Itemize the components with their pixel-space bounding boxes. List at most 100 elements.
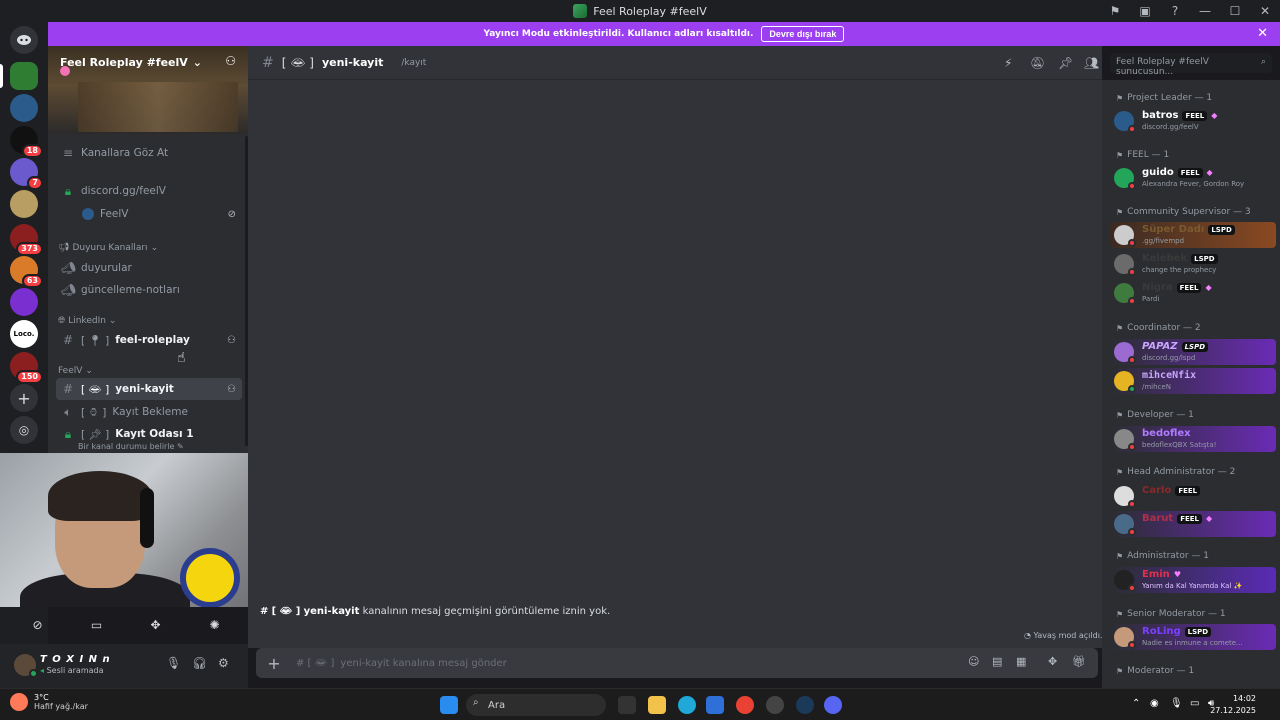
category-announcements[interactable]: 📢︎ Duyuru Kanalları ⌄ xyxy=(58,243,158,253)
role-flag-icon: ⚑ xyxy=(1116,93,1124,103)
attach-plus-icon[interactable]: + xyxy=(256,654,292,673)
app-icon[interactable] xyxy=(766,696,784,714)
server-3[interactable]: 18 xyxy=(10,126,43,158)
channel-feel-roleplay[interactable]: # [ 📍︎ ] feel-roleplay ⚇ xyxy=(56,329,242,351)
username[interactable]: T O X I N n xyxy=(40,654,111,665)
member-item[interactable]: guido FEEL ◆ Alexandra Fever, Gordon Roy xyxy=(1110,165,1276,191)
microphone-icon[interactable]: 🎙︎ xyxy=(1170,698,1183,709)
sticker-icon[interactable]: ▦ xyxy=(1016,655,1026,668)
activities-icon[interactable]: ✥ xyxy=(134,613,178,637)
steam-icon[interactable] xyxy=(796,696,814,714)
heart-icon: ♥ xyxy=(1173,570,1181,579)
member-item[interactable]: bedoflex bedoflexQBX Satışta! xyxy=(1110,426,1276,452)
task-view-icon[interactable] xyxy=(618,696,636,714)
emoji-picker-icon[interactable]: ☺ xyxy=(968,655,979,668)
screen-share-icon[interactable]: ▭ xyxy=(75,613,119,637)
soundboard-icon[interactable]: ✺ xyxy=(193,613,237,637)
apps-icon[interactable]: ✥ xyxy=(1048,655,1057,668)
member-item[interactable]: RoLing LSPD Nadie es inmune a comete... xyxy=(1110,624,1276,650)
server-6[interactable]: 373 xyxy=(10,224,43,256)
member-item[interactable]: Süper Dadı LSPD .gg/fivempd xyxy=(1110,222,1276,248)
maximize-button[interactable]: ☐ xyxy=(1220,0,1250,22)
disable-streamer-mode-button[interactable]: Devre dışı bırak xyxy=(761,26,845,42)
microphone-icon[interactable]: 🎙︎ xyxy=(166,656,181,670)
hash-icon: # xyxy=(62,333,74,347)
gif-icon[interactable]: ▤ xyxy=(992,655,1002,668)
role-flag-icon: ⚑ xyxy=(1116,323,1124,333)
minimize-button[interactable]: — xyxy=(1190,0,1220,22)
close-icon[interactable]: ✕ xyxy=(1257,26,1268,41)
server-2[interactable] xyxy=(10,94,38,122)
server-5[interactable] xyxy=(10,190,38,218)
camera-off-icon[interactable]: ⊘ xyxy=(16,613,60,637)
server-feel-roleplay[interactable] xyxy=(10,62,38,90)
role-flag-icon: ⚑ xyxy=(1116,551,1124,561)
browse-channels[interactable]: ≡ Kanallara Göz At xyxy=(56,142,242,164)
windows-start-icon[interactable] xyxy=(440,696,458,714)
role-header: ⚑ Project Leader — 1 xyxy=(1116,93,1213,103)
channel-yeni-kayit[interactable]: # [ 👄︎ ] yeni-kayit ⚇ xyxy=(56,378,242,400)
file-explorer-icon[interactable] xyxy=(648,696,666,714)
notification-bell-icon[interactable]: 🔕︎ xyxy=(1030,56,1045,70)
channel-kayit-bekleme[interactable]: 🔈︎ [ ⌚︎ ] Kayıt Bekleme xyxy=(56,401,242,423)
chrome-icon[interactable] xyxy=(736,696,754,714)
edge-icon[interactable] xyxy=(678,696,696,714)
channel-status-hint[interactable]: Bir kanal durumu belirle ✎ xyxy=(78,442,184,451)
role-header: ⚑ Head Administrator — 2 xyxy=(1116,467,1236,477)
window-title: Feel Roleplay #feelV xyxy=(573,4,707,18)
pin-icon[interactable]: 📌︎ xyxy=(1058,56,1073,70)
add-member-icon[interactable]: ⚇ xyxy=(227,335,236,346)
member-item[interactable]: batros FEEL ◆ discord.gg/feelV xyxy=(1110,108,1276,134)
gift-icon[interactable]: 🎁︎ xyxy=(1072,655,1086,668)
discord-home-icon[interactable] xyxy=(10,26,38,54)
add-server-icon[interactable]: + xyxy=(10,384,38,412)
clock-icon: ◔ xyxy=(1024,631,1031,640)
member-item[interactable]: Carlo FEEL xyxy=(1110,483,1276,509)
member-item[interactable]: Nigra FEEL ◆ Pardi xyxy=(1110,280,1276,306)
member-item[interactable]: Emin ♥ Yanım da Kal Yanımda Kal ✨ xyxy=(1110,567,1276,593)
gear-icon[interactable]: ⚙ xyxy=(218,656,229,670)
role-header: ⚑ Administrator — 1 xyxy=(1116,551,1209,561)
role-flag-icon: ⚑ xyxy=(1116,150,1124,160)
server-9[interactable]: 150 xyxy=(10,352,43,384)
taskbar-search[interactable]: ⌕ Ara xyxy=(466,694,606,716)
weather-widget[interactable]: 3°C Hafif yağ./kar xyxy=(10,693,88,711)
member-item[interactable]: mihceNfix /mihceN xyxy=(1110,368,1276,394)
member-item[interactable]: Barut FEEL ◆ xyxy=(1110,511,1276,537)
member-item[interactable]: Kelebek LSPD change the prophecy xyxy=(1110,251,1276,277)
member-item[interactable]: PAPAZ LSPD discord.gg/lspd xyxy=(1110,339,1276,365)
headphones-icon[interactable]: 🎧︎ xyxy=(192,656,207,670)
clock[interactable]: 14:02 27.12.2025 xyxy=(1210,693,1256,717)
channel-discord-link[interactable]: 🔒︎ discord.gg/feelV xyxy=(56,180,242,202)
server-icon xyxy=(573,4,588,18)
explore-icon[interactable]: ◎ xyxy=(10,416,38,444)
display-icon[interactable]: ▭ xyxy=(1190,698,1199,709)
add-member-icon[interactable]: ⚇ xyxy=(227,384,236,395)
invite-icon[interactable]: ⚇ xyxy=(225,54,236,68)
discord-icon[interactable] xyxy=(824,696,842,714)
search-input[interactable]: Feel Roleplay #feelV sunucusun... ⌕ xyxy=(1110,53,1272,77)
server-name[interactable]: Feel Roleplay #feelV ⌄ xyxy=(60,56,202,76)
server-7[interactable]: 63 xyxy=(10,256,43,288)
channel-topic[interactable]: /kayıt xyxy=(401,58,426,68)
server-loco[interactable]: Loco. xyxy=(10,320,38,348)
threads-icon[interactable]: ⚡︎ xyxy=(1004,56,1012,70)
inbox-icon[interactable]: ▣ xyxy=(1130,0,1160,22)
chevron-up-icon[interactable]: ⌃ xyxy=(1132,698,1140,709)
server-8[interactable] xyxy=(10,288,38,316)
category-feelv[interactable]: FeelV ⌄ xyxy=(58,366,93,376)
pushpin-emoji-icon: [ 📌︎ ] xyxy=(81,428,110,441)
network-icon[interactable]: ◉ xyxy=(1150,698,1159,709)
channel-duyurular[interactable]: 📣︎ duyurular xyxy=(56,257,242,279)
member-list-icon[interactable]: 👥︎ xyxy=(1084,56,1099,70)
category-linkedin[interactable]: 🌐︎ LinkedIn ⌄ xyxy=(58,316,116,326)
close-button[interactable]: ✕ xyxy=(1250,0,1280,22)
server-4[interactable]: 7 xyxy=(10,158,43,190)
voice-user-feelv[interactable]: FeelV ⊘ xyxy=(56,203,242,225)
flag-icon[interactable]: ⚑ xyxy=(1100,0,1130,22)
message-composer[interactable]: + # [ 👄︎ ] yeni-kayit kanalına mesaj gön… xyxy=(256,648,1098,678)
server-header[interactable]: Feel Roleplay #feelV ⌄ ⚇ xyxy=(48,46,248,134)
channel-guncelleme-notlari[interactable]: 📣︎ güncelleme-notları xyxy=(56,279,242,301)
store-icon[interactable] xyxy=(706,696,724,714)
help-icon[interactable]: ? xyxy=(1160,0,1190,22)
